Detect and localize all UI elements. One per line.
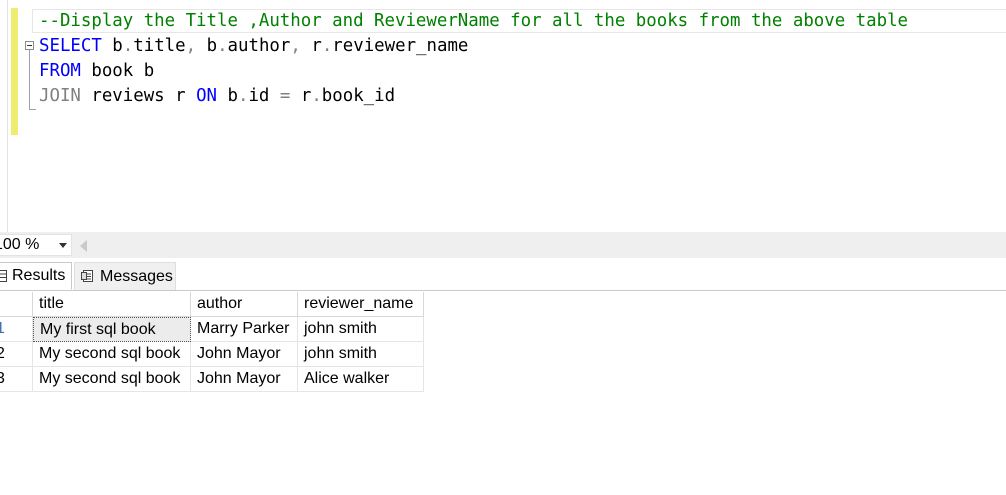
cell-author[interactable]: John Mayor bbox=[191, 367, 298, 392]
sql-text: book b bbox=[80, 61, 155, 81]
cell-title[interactable]: My second sql book bbox=[33, 342, 191, 367]
tab-messages[interactable]: Messages bbox=[74, 262, 176, 290]
cell-reviewer-name[interactable]: john smith bbox=[298, 317, 424, 342]
cell-title[interactable]: My second sql book bbox=[33, 367, 191, 392]
zoom-dropdown[interactable]: 100 % bbox=[0, 234, 72, 256]
code-line-2[interactable]: SELECT b.title, b.author, r.reviewer_nam… bbox=[39, 34, 468, 58]
cell-reviewer-name[interactable]: john smith bbox=[298, 342, 424, 367]
sql-text: book_id bbox=[321, 86, 396, 106]
sql-operator: , bbox=[185, 36, 197, 56]
sql-operator: . bbox=[237, 86, 249, 106]
sql-operator: , bbox=[290, 36, 301, 56]
scroll-left-icon[interactable] bbox=[80, 240, 87, 252]
tab-results[interactable]: Results bbox=[0, 262, 72, 290]
grid-icon bbox=[0, 270, 7, 282]
code-line-4[interactable]: JOIN reviews r ON b.id = r.book_id bbox=[39, 84, 395, 108]
column-header-author[interactable]: author bbox=[191, 292, 298, 317]
sql-text: author bbox=[227, 36, 291, 56]
sql-text: id bbox=[248, 86, 280, 106]
row-number[interactable]: 1 bbox=[0, 317, 33, 342]
outline-line-end bbox=[29, 109, 36, 110]
results-tabstrip: Results Messages bbox=[0, 258, 1006, 291]
row-number[interactable]: 3 bbox=[0, 367, 33, 392]
zoom-value: 100 % bbox=[0, 236, 40, 253]
sql-keyword: SELECT bbox=[39, 36, 102, 56]
sql-text: title bbox=[133, 36, 186, 56]
sql-text: r bbox=[290, 86, 312, 106]
cell-reviewer-name[interactable]: Alice walker bbox=[298, 367, 424, 392]
editor-status-bar: 100 % bbox=[0, 232, 1006, 258]
row-number[interactable]: 2 bbox=[0, 342, 33, 367]
tab-messages-label: Messages bbox=[100, 268, 173, 285]
sql-text: reviewer_name bbox=[332, 36, 469, 56]
sql-operator: . bbox=[122, 36, 134, 56]
sql-text: b bbox=[101, 36, 123, 56]
sql-text: r bbox=[300, 36, 322, 56]
outline-line bbox=[29, 50, 30, 110]
change-tracking-bar bbox=[11, 8, 18, 135]
sql-keyword: ON bbox=[196, 86, 218, 106]
sql-keyword: FROM bbox=[39, 61, 81, 81]
sql-operator: . bbox=[217, 36, 228, 56]
column-header-reviewer-name[interactable]: reviewer_name bbox=[298, 292, 424, 317]
cell-author[interactable]: John Mayor bbox=[191, 342, 298, 367]
editor-gutter-divider bbox=[7, 0, 8, 232]
sql-comment: --Display the Title ,Author and Reviewer… bbox=[39, 11, 909, 31]
sql-operator: . bbox=[311, 86, 322, 106]
tab-results-label: Results bbox=[12, 267, 66, 284]
cell-title[interactable]: My first sql book bbox=[33, 317, 191, 342]
sql-operator: . bbox=[321, 36, 333, 56]
sql-operator: = bbox=[279, 86, 291, 106]
cell-author[interactable]: Marry Parker bbox=[191, 317, 298, 342]
chevron-down-icon[interactable] bbox=[59, 243, 67, 248]
sql-text: b bbox=[196, 36, 218, 56]
messages-icon bbox=[81, 270, 93, 282]
column-header-title[interactable]: title bbox=[33, 292, 191, 317]
sql-text: reviews r bbox=[80, 86, 197, 106]
collapse-icon[interactable] bbox=[25, 41, 34, 50]
sql-operator: JOIN bbox=[39, 86, 81, 106]
code-line-1[interactable]: --Display the Title ,Author and Reviewer… bbox=[39, 9, 908, 33]
sql-text: b bbox=[217, 86, 238, 106]
row-header-corner[interactable] bbox=[0, 292, 33, 317]
query-editor[interactable]: --Display the Title ,Author and Reviewer… bbox=[0, 0, 1006, 232]
code-line-3[interactable]: FROM book b bbox=[39, 59, 154, 83]
